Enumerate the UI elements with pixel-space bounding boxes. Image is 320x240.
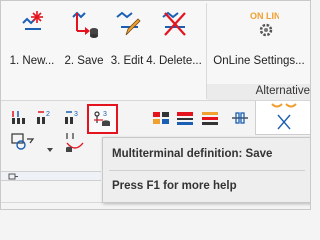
online-settings-button[interactable]: ON LINE OnLine Settings... [209, 7, 309, 71]
ribbon: 1. New... 2. Save 3. Edit 4. Delete... O… [1, 1, 310, 101]
new-button[interactable]: 1. New... [3, 7, 61, 71]
pin-icon[interactable] [7, 172, 19, 182]
delete-button-label: 4. Delete... [146, 55, 202, 67]
edit-button-label: 3. Edit [110, 55, 144, 67]
terminal-strip-icon[interactable] [11, 109, 29, 127]
panel-tab-strip [1, 171, 101, 181]
save-button[interactable]: 2. Save [61, 7, 107, 71]
multiterminal-save-icon[interactable]: 3 [93, 109, 111, 127]
terminal-connect-icon[interactable] [231, 109, 249, 127]
component-browse-icon[interactable] [11, 133, 37, 151]
tooltip-divider [109, 170, 305, 171]
edit-icon [116, 11, 141, 36]
application-window: 1. New... 2. Save 3. Edit 4. Delete... O… [0, 0, 311, 210]
new-star-icon [22, 11, 43, 30]
connection-table-icon[interactable] [176, 109, 194, 127]
wire-list-icon[interactable] [201, 109, 219, 127]
alternative-group-bar: Alternative [207, 84, 310, 100]
save-button-label: 2. Save [64, 55, 104, 67]
online-gear-icon: ON LINE [250, 11, 279, 37]
terminal-numbered-icon[interactable]: 2 [35, 109, 53, 127]
drawing-canvas[interactable] [255, 101, 310, 135]
terminal-group-icon[interactable]: 3 [63, 109, 81, 127]
online-badge-text: ON LINE [250, 11, 279, 21]
tooltip-help-text: Press F1 for more help [112, 180, 237, 192]
delete-button[interactable]: 4. Delete... [145, 7, 203, 71]
canvas-symbol-icon [271, 103, 297, 130]
new-button-label: 1. New... [9, 55, 55, 67]
edit-button[interactable]: 3. Edit [107, 7, 147, 71]
chevron-down-icon[interactable] [45, 141, 55, 159]
alternative-group-label: Alternative [255, 85, 310, 97]
online-settings-label: OnLine Settings... [213, 55, 305, 67]
svg-text:2: 2 [46, 111, 50, 118]
tooltip-title: Multiterminal definition: Save [112, 148, 273, 160]
status-strip [1, 202, 310, 209]
tooltip: Multiterminal definition: Save Press F1 … [102, 137, 310, 203]
delete-x-icon [162, 11, 186, 36]
svg-text:3: 3 [103, 111, 107, 118]
save-arrow-icon [72, 11, 98, 38]
cable-table-icon[interactable] [152, 109, 170, 127]
terminal-reorder-icon[interactable] [63, 131, 89, 153]
svg-text:3: 3 [74, 111, 78, 118]
